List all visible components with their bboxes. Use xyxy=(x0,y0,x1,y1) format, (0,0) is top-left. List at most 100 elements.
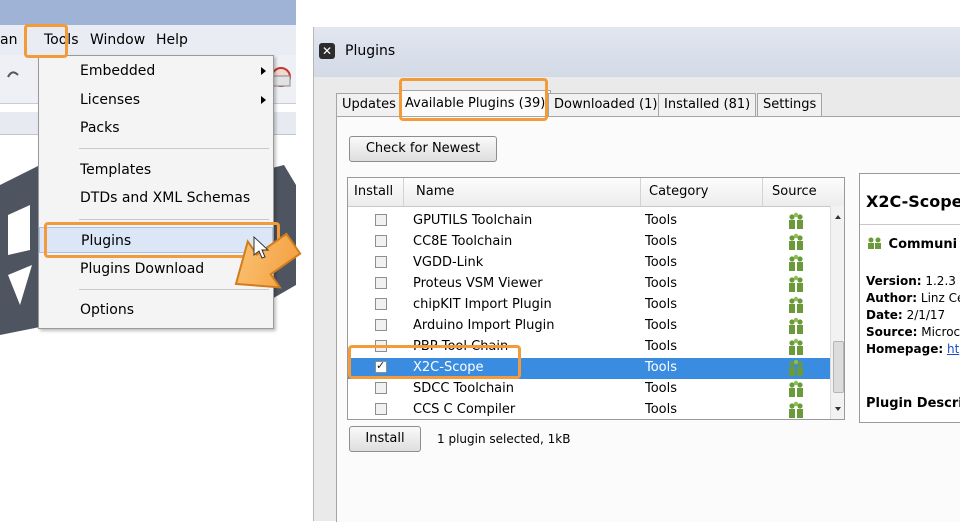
community-people-icon xyxy=(789,359,803,376)
table-row[interactable]: VGDD-Link Tools xyxy=(348,253,830,274)
version-value: 1.2.3 xyxy=(925,274,956,288)
x2c-scope-row-highlight xyxy=(348,345,521,379)
close-x-icon[interactable]: ✕ xyxy=(319,43,335,59)
menu-window[interactable]: Window xyxy=(90,32,145,48)
menu-item-label: Templates xyxy=(80,162,152,178)
menu-item-label: Packs xyxy=(80,120,120,136)
table-row[interactable]: SDCC Toolchain Tools xyxy=(348,379,830,400)
community-people-icon xyxy=(789,212,803,229)
plugin-category: Tools xyxy=(645,360,678,375)
menu-item-dtds-xml-schemas[interactable]: DTDs and XML Schemas xyxy=(39,185,273,211)
tab-installed[interactable]: Installed (81) xyxy=(658,93,757,116)
community-people-icon xyxy=(789,254,803,271)
date-value: 2/1/17 xyxy=(906,308,946,322)
tab-downloaded[interactable]: Downloaded (1) xyxy=(548,93,664,116)
plugin-name: Arduino Import Plugin xyxy=(413,318,555,333)
column-header-source[interactable]: Source xyxy=(772,184,817,199)
pointer-arrow-icon xyxy=(234,232,302,289)
menu-item-label: Plugins Download xyxy=(80,261,205,277)
version-label: Version: xyxy=(866,274,922,288)
plugin-category: Tools xyxy=(645,213,678,228)
editor-tab-left xyxy=(0,112,40,135)
table-row[interactable]: CC8E Toolchain Tools xyxy=(348,232,830,253)
plugin-description-label: Plugin Descrip xyxy=(866,396,960,411)
community-people-icon xyxy=(789,296,803,313)
community-people-icon xyxy=(789,380,803,397)
plugins-table: Install Name Category Source GPUTILS Too… xyxy=(347,177,845,420)
status-text: 1 plugin selected, 1kB xyxy=(437,432,571,446)
menu-item-licenses[interactable]: Licenses xyxy=(39,87,273,113)
table-row[interactable]: GPUTILS Toolchain Tools xyxy=(348,211,830,232)
plugin-category: Tools xyxy=(645,318,678,333)
tools-menu-highlight xyxy=(24,24,68,58)
install-checkbox[interactable] xyxy=(375,235,387,247)
menu-item-label: Options xyxy=(80,302,135,318)
install-checkbox[interactable] xyxy=(375,382,387,394)
plugin-name: VGDD-Link xyxy=(413,255,484,270)
plugin-name: CC8E Toolchain xyxy=(413,234,513,249)
detail-homepage: Homepage: ht xyxy=(866,342,959,356)
table-scrollbar[interactable] xyxy=(830,206,845,419)
plugin-name: chipKIT Import Plugin xyxy=(413,297,552,312)
column-header-name[interactable]: Name xyxy=(416,184,454,199)
submenu-arrow-icon xyxy=(261,96,266,104)
column-header-install[interactable]: Install xyxy=(354,184,393,199)
plugin-category: Tools xyxy=(645,276,678,291)
menu-help[interactable]: Help xyxy=(156,32,188,48)
menu-separator xyxy=(79,219,269,220)
install-checkbox[interactable] xyxy=(375,403,387,415)
column-divider xyxy=(640,178,641,206)
detail-community-label: Communi xyxy=(888,237,958,252)
dialog-titlebar: ✕ Plugins xyxy=(314,27,960,77)
plugin-category: Tools xyxy=(645,381,678,396)
table-row[interactable]: Proteus VSM Viewer Tools xyxy=(348,274,830,295)
tab-settings[interactable]: Settings xyxy=(757,93,823,116)
source-value: Microc xyxy=(921,325,960,339)
detail-source: Source: Microc xyxy=(866,325,960,339)
community-people-icon xyxy=(789,317,803,334)
author-label: Author: xyxy=(866,291,918,305)
scrollbar-thumb[interactable] xyxy=(833,341,844,393)
detail-author: Author: Linz Ce xyxy=(866,291,960,305)
date-label: Date: xyxy=(866,308,903,322)
source-label: Source: xyxy=(866,325,918,339)
menu-item-embedded[interactable]: Embedded xyxy=(39,58,273,84)
plugin-name: Proteus VSM Viewer xyxy=(413,276,543,291)
table-row[interactable]: Arduino Import Plugin Tools xyxy=(348,316,830,337)
community-people-icon xyxy=(868,237,881,249)
column-header-category[interactable]: Category xyxy=(649,184,708,199)
column-divider xyxy=(762,178,763,206)
available-plugins-tab-highlight xyxy=(399,78,548,121)
install-checkbox[interactable] xyxy=(375,256,387,268)
check-for-newest-button[interactable]: Check for Newest xyxy=(349,136,497,162)
community-people-icon xyxy=(789,401,803,418)
plugin-category: Tools xyxy=(645,255,678,270)
install-button[interactable]: Install xyxy=(349,426,421,452)
tab-updates[interactable]: Updates xyxy=(336,93,402,116)
install-checkbox[interactable] xyxy=(375,277,387,289)
ide-title-strip xyxy=(0,0,296,25)
plugin-category: Tools xyxy=(645,234,678,249)
table-row[interactable]: chipKIT Import Plugin Tools xyxy=(348,295,830,316)
menu-item-label: DTDs and XML Schemas xyxy=(80,190,251,206)
menu-item-label: Licenses xyxy=(80,92,141,108)
table-row[interactable]: CCS C Compiler Tools xyxy=(348,400,830,419)
plugin-name: SDCC Toolchain xyxy=(413,381,515,396)
community-people-icon xyxy=(789,275,803,292)
menu-separator xyxy=(79,148,269,149)
install-checkbox[interactable] xyxy=(375,214,387,226)
scroll-up-icon[interactable] xyxy=(831,210,845,224)
plugin-name: CCS C Compiler xyxy=(413,402,516,417)
submenu-arrow-icon xyxy=(261,67,266,75)
plugin-category: Tools xyxy=(645,297,678,312)
dialog-title: Plugins xyxy=(345,43,396,59)
detail-title: X2C-Scope xyxy=(866,192,960,211)
install-checkbox[interactable] xyxy=(375,319,387,331)
menu-item-templates[interactable]: Templates xyxy=(39,157,273,183)
homepage-link[interactable]: ht xyxy=(947,342,959,356)
menu-item-packs[interactable]: Packs xyxy=(39,115,273,141)
scroll-down-icon[interactable] xyxy=(831,402,845,416)
plugin-detail-panel: X2C-Scope Communi Version: 1.2.3 Author:… xyxy=(859,173,960,423)
install-checkbox[interactable] xyxy=(375,298,387,310)
menu-file[interactable]: an xyxy=(0,32,17,48)
